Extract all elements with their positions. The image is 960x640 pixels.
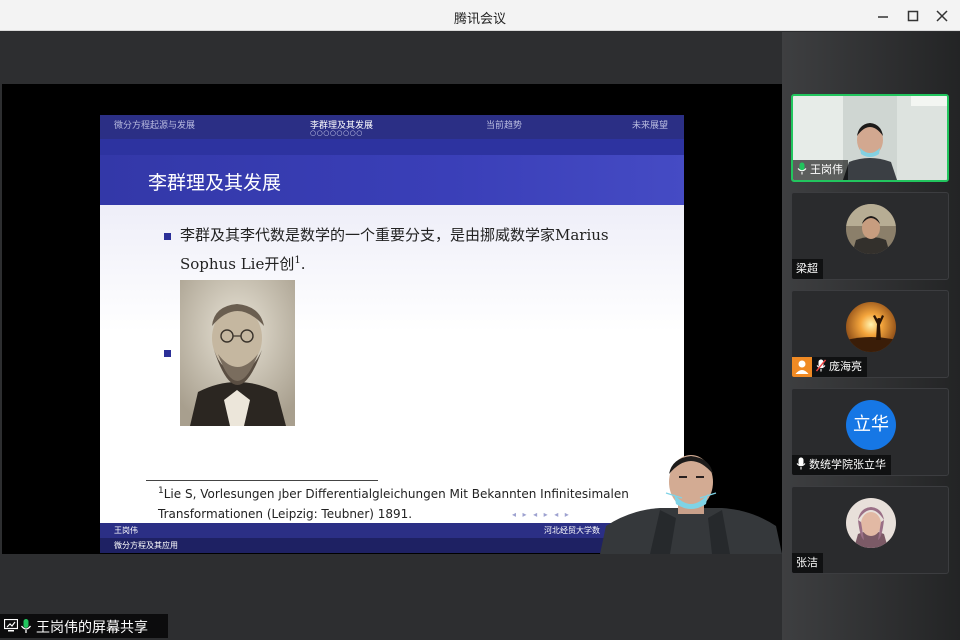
screen-share-label: 王岗伟的屏幕共享 bbox=[0, 614, 168, 638]
text-avatar: 立华 bbox=[846, 400, 896, 450]
nav-progress-dots: ○○○○○○○○ bbox=[310, 129, 363, 137]
participants-sidebar: 王岗伟 梁超 庞海亮 立华 数统学院张立华 张洁 bbox=[782, 32, 960, 640]
bullet-marker bbox=[164, 350, 171, 357]
participant-tile-1[interactable]: 王岗伟 bbox=[791, 94, 949, 182]
footer-title: 微分方程及其应用 bbox=[114, 541, 178, 550]
participant-nametag: 王岗伟 bbox=[793, 160, 848, 180]
participant-name: 数统学院张立华 bbox=[809, 458, 886, 471]
participant-name: 王岗伟 bbox=[810, 163, 843, 176]
frame-title: 李群理及其发展 bbox=[148, 172, 282, 194]
beamer-nav-symbols[interactable]: ◂ ▸ ◂ ▸ ◂ ▸ bbox=[512, 510, 571, 519]
title-bar: 腾讯会议 bbox=[0, 0, 960, 31]
participant-tile-3[interactable]: 庞海亮 bbox=[791, 290, 949, 378]
participant-name: 张洁 bbox=[796, 556, 818, 569]
minimize-icon bbox=[878, 16, 888, 18]
microphone-icon bbox=[796, 457, 806, 470]
footer-author: 王岗伟 bbox=[114, 526, 138, 535]
avatar bbox=[846, 498, 896, 548]
slide-subbar bbox=[100, 139, 684, 155]
bullet-text: 李群及其李代数是数学的一个重要分支，是由挪威数学家Marius Sophus L… bbox=[180, 223, 620, 277]
slide-navigation: 微分方程起源与发展 李群理及其发展 当前趋势 未来展望 ○○○○○○○○ bbox=[100, 115, 684, 139]
avatar bbox=[846, 302, 896, 352]
participant-name: 庞海亮 bbox=[829, 360, 862, 373]
slide-footer-bottom: 微分方程及其应用 bbox=[100, 538, 684, 553]
participant-nametag: 梁超 bbox=[792, 259, 823, 279]
nav-section-4: 未来展望 bbox=[632, 121, 669, 131]
bullet-text-main: 李群及其李代数是数学的一个重要分支，是由挪威数学家Marius Sophus L… bbox=[180, 226, 609, 273]
close-icon bbox=[936, 10, 948, 22]
footer-institute: 河北经贸大学数 bbox=[544, 526, 600, 535]
presentation-slide: 微分方程起源与发展 李群理及其发展 当前趋势 未来展望 ○○○○○○○○ 李群理… bbox=[100, 115, 684, 553]
frame-title-bar: 李群理及其发展 bbox=[100, 155, 684, 205]
microphone-muted-icon bbox=[816, 359, 826, 372]
participant-name: 梁超 bbox=[796, 262, 818, 275]
microphone-icon bbox=[20, 619, 32, 633]
slide-footer-top: 王岗伟 河北经贸大学数 bbox=[100, 523, 684, 538]
participant-tile-4[interactable]: 立华 数统学院张立华 bbox=[791, 388, 949, 476]
nav-section-1: 微分方程起源与发展 bbox=[114, 121, 196, 131]
participant-nametag: 数统学院张立华 bbox=[792, 455, 891, 475]
participant-tile-2[interactable]: 梁超 bbox=[791, 192, 949, 280]
avatar bbox=[846, 204, 896, 254]
participant-nametag: 庞海亮 bbox=[792, 357, 867, 377]
nav-section-3: 当前趋势 bbox=[486, 121, 523, 131]
bullet-marker bbox=[164, 233, 171, 240]
window-title: 腾讯会议 bbox=[453, 12, 506, 27]
screen-share-text: 王岗伟的屏幕共享 bbox=[36, 620, 148, 636]
minimize-button[interactable] bbox=[873, 6, 893, 26]
host-badge bbox=[792, 357, 812, 377]
participant-nametag: 张洁 bbox=[792, 553, 823, 573]
microphone-icon bbox=[797, 162, 807, 175]
portrait-image bbox=[180, 280, 295, 426]
maximize-button[interactable] bbox=[903, 6, 923, 26]
close-button[interactable] bbox=[932, 6, 952, 26]
participant-tile-5[interactable]: 张洁 bbox=[791, 486, 949, 574]
screen-share-icon bbox=[4, 619, 18, 632]
maximize-icon bbox=[907, 10, 919, 22]
presenter-camera-overlay bbox=[600, 448, 782, 554]
host-person-icon bbox=[795, 360, 809, 374]
bullet-text-end: . bbox=[300, 255, 306, 273]
